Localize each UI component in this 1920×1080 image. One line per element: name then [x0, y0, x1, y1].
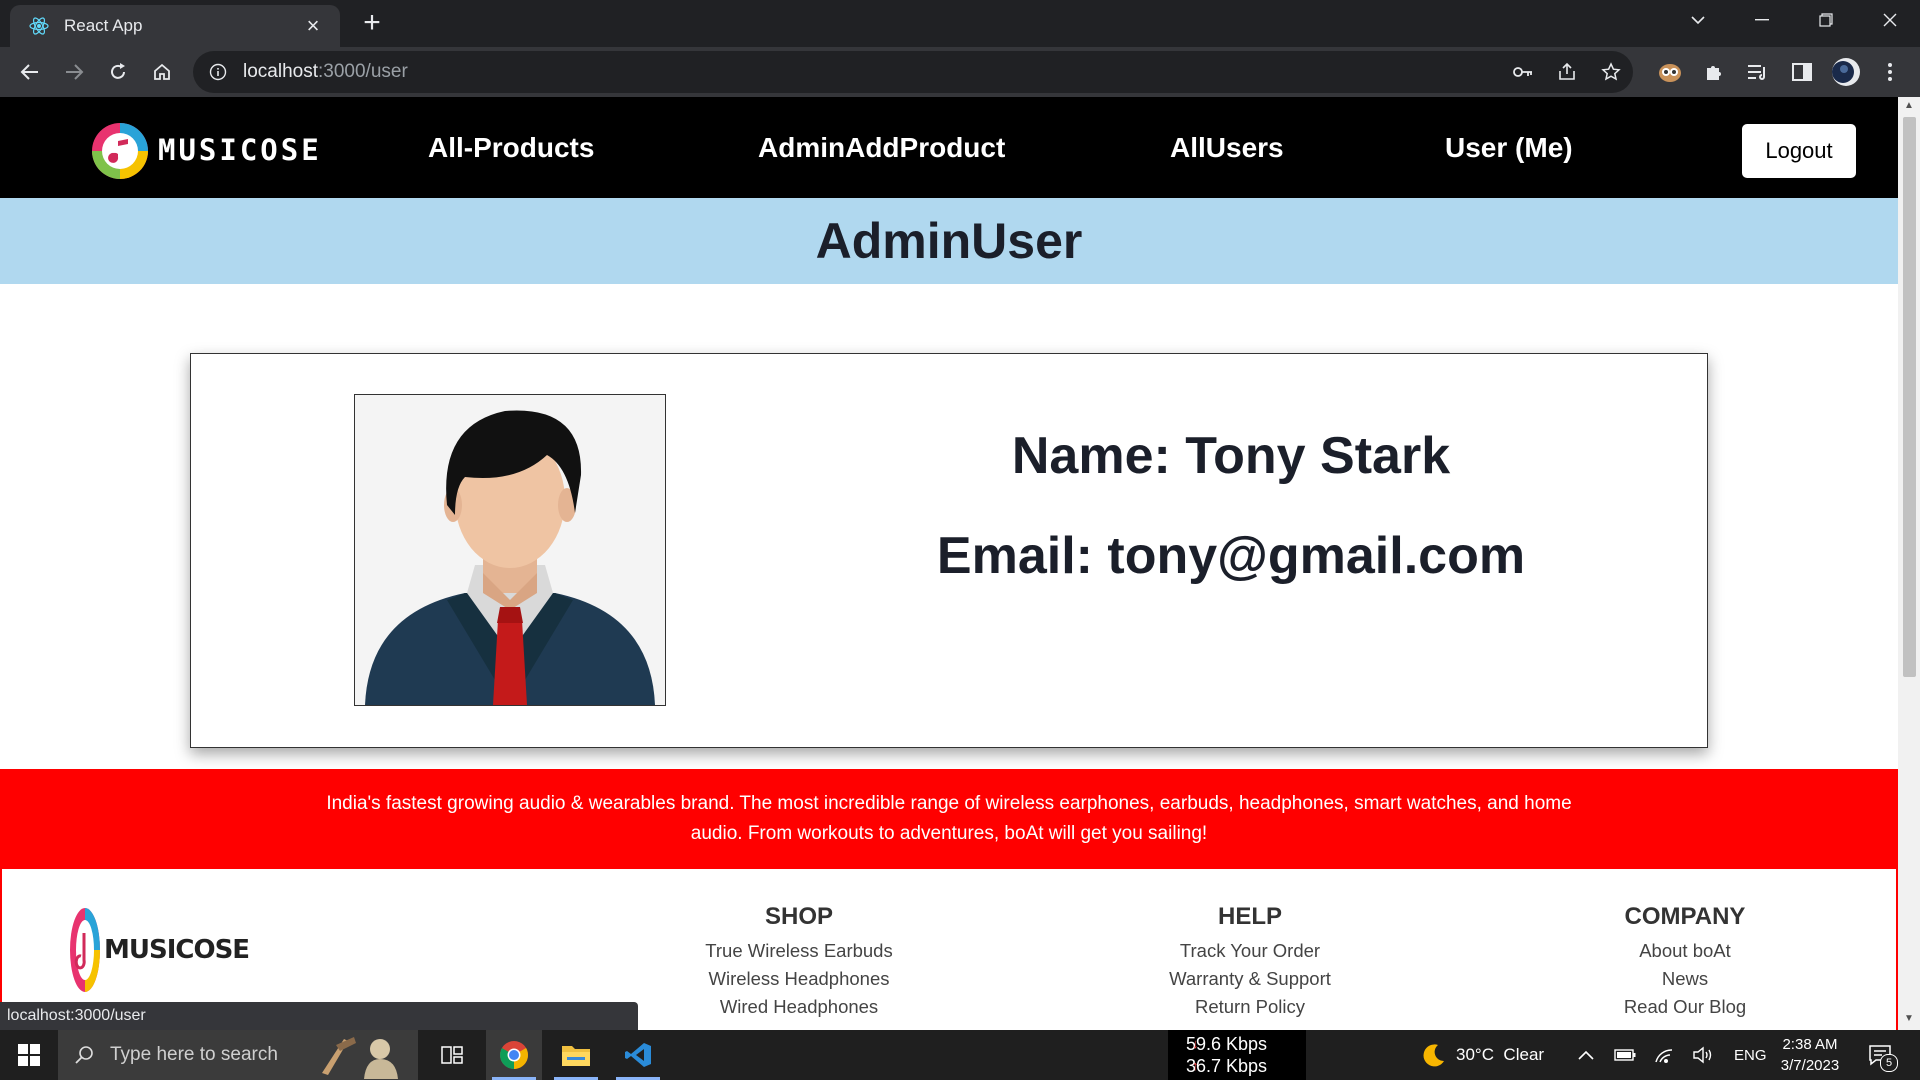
footer-link[interactable]: Return Policy: [1090, 993, 1410, 1021]
tab-title: React App: [64, 16, 143, 35]
clock-date: 3/7/2023: [1780, 1057, 1840, 1074]
browser-tab-bar: React App × +: [0, 0, 1920, 47]
footer-link[interactable]: Wireless Headphones: [639, 965, 959, 993]
address-bar[interactable]: localhost:3000/user: [193, 51, 1633, 93]
extension-owl-icon[interactable]: [1654, 56, 1686, 88]
wifi-icon[interactable]: [1654, 1030, 1674, 1080]
nav-link-user-me[interactable]: User (Me): [1445, 97, 1573, 198]
footer-column-shop: SHOP True Wireless Earbuds Wireless Head…: [639, 903, 959, 1021]
footer-heading-company: COMPANY: [1624, 903, 1746, 930]
battery-icon[interactable]: [1614, 1030, 1636, 1080]
footer-column-help: HELP Track Your Order Warranty & Support…: [1090, 903, 1410, 1021]
notification-count-badge: 5: [1880, 1054, 1898, 1072]
net-upload-speed: 36.7 Kbps: [1186, 1055, 1306, 1077]
chrome-taskbar-icon[interactable]: [486, 1030, 542, 1080]
promo-text: India's fastest growing audio & wearable…: [326, 793, 1572, 844]
scroll-down-arrow-icon[interactable]: ▼: [1903, 1013, 1915, 1024]
footer-logo-wordmark: MUSICOSE: [104, 935, 250, 965]
logo-wordmark: MUSICOSE: [158, 133, 322, 167]
windows-start-icon[interactable]: [0, 1030, 58, 1080]
footer-logo[interactable]: MUSICOSE: [68, 905, 250, 995]
file-explorer-icon[interactable]: [548, 1030, 604, 1080]
logout-button[interactable]: Logout: [1742, 124, 1856, 178]
search-highlight-statue-icon: [314, 1033, 410, 1079]
react-icon: [28, 15, 50, 37]
close-window-icon[interactable]: [1862, 0, 1918, 40]
nav-link-all-users[interactable]: AllUsers: [1170, 97, 1284, 198]
new-tab-plus-icon[interactable]: +: [356, 8, 388, 40]
user-profile-card: Name: Tony Stark Email: tony@gmail.com: [190, 353, 1708, 748]
moon-icon: [1420, 1042, 1446, 1068]
reload-icon[interactable]: [102, 56, 134, 88]
url-text[interactable]: localhost:3000/user: [243, 61, 408, 83]
footer-link[interactable]: Warranty & Support: [1090, 965, 1410, 993]
network-speed-widget: 59.6 Kbps 36.7 Kbps: [1168, 1030, 1306, 1080]
media-queue-icon[interactable]: [1742, 56, 1774, 88]
page-scrollbar[interactable]: ▲ ▼: [1898, 97, 1920, 1030]
taskbar-search-box[interactable]: Type here to search: [58, 1030, 418, 1080]
browser-tab[interactable]: React App ×: [10, 5, 340, 47]
weather-widget[interactable]: 30°C Clear: [1420, 1030, 1544, 1080]
footer-link[interactable]: About boAt: [1525, 937, 1845, 965]
tab-search-chevron-icon[interactable]: [1670, 0, 1726, 40]
footer-heading-shop: SHOP: [764, 903, 833, 930]
site-logo[interactable]: MUSICOSE: [88, 119, 322, 181]
volume-icon[interactable]: [1692, 1030, 1714, 1080]
footer-link[interactable]: Read Our Blog: [1525, 993, 1845, 1021]
bookmark-star-icon[interactable]: [1589, 62, 1633, 82]
nav-link-admin-add-product[interactable]: AdminAddProduct: [758, 97, 1005, 198]
taskbar-clock[interactable]: 2:38 AM 3/7/2023: [1760, 1034, 1860, 1076]
minimize-window-icon[interactable]: [1734, 0, 1790, 40]
profile-avatar[interactable]: [1830, 56, 1862, 88]
businessman-avatar-icon: [355, 395, 665, 705]
key-icon[interactable]: [1501, 66, 1545, 78]
site-navbar: MUSICOSE All-Products AdminAddProduct Al…: [0, 97, 1898, 198]
side-panel-icon[interactable]: [1786, 56, 1818, 88]
task-view-icon[interactable]: [424, 1030, 480, 1080]
user-avatar: [354, 394, 666, 706]
page-title-band: AdminUser: [0, 198, 1898, 284]
nav-link-all-products[interactable]: All-Products: [428, 97, 594, 198]
page-title: AdminUser: [815, 213, 1083, 269]
forward-arrow-icon[interactable]: [58, 56, 90, 88]
net-upload-value: 36.7 Kbps: [1186, 1056, 1268, 1076]
net-download-value: 59.6 Kbps: [1186, 1034, 1268, 1054]
url-path: :3000/user: [318, 61, 408, 82]
page-viewport: MUSICOSE All-Products AdminAddProduct Al…: [0, 97, 1898, 1030]
vscode-icon[interactable]: [610, 1030, 666, 1080]
footer-link[interactable]: News: [1525, 965, 1845, 993]
scrollbar-thumb[interactable]: [1903, 117, 1916, 677]
notification-center-icon[interactable]: 5: [1868, 1030, 1898, 1080]
scroll-up-arrow-icon[interactable]: ▲: [1903, 100, 1915, 111]
restore-window-icon[interactable]: [1798, 0, 1854, 40]
url-host: localhost: [243, 61, 318, 82]
clock-time: 2:38 AM: [1782, 1036, 1838, 1053]
promo-banner: India's fastest growing audio & wearable…: [0, 769, 1898, 869]
footer-logo-mark-icon: [70, 908, 100, 992]
footer-link[interactable]: Track Your Order: [1090, 937, 1410, 965]
search-icon: [74, 1045, 94, 1065]
user-name: Name: Tony Stark: [1011, 427, 1451, 485]
site-info-icon[interactable]: [207, 61, 229, 83]
net-download-speed: 59.6 Kbps: [1186, 1033, 1306, 1055]
footer-link[interactable]: Wired Headphones: [639, 993, 959, 1021]
footer-link[interactable]: True Wireless Earbuds: [639, 937, 959, 965]
footer-column-company: COMPANY About boAt News Read Our Blog: [1525, 903, 1845, 1021]
weather-text: 30°C Clear: [1456, 1045, 1545, 1064]
share-icon[interactable]: [1545, 62, 1589, 82]
search-placeholder: Type here to search: [110, 1044, 278, 1065]
music-note-logo-icon: [92, 123, 148, 179]
link-status-bubble: localhost:3000/user: [0, 1002, 638, 1030]
close-tab-icon[interactable]: ×: [300, 13, 326, 39]
browser-toolbar: localhost:3000/user: [0, 47, 1920, 97]
show-hidden-icons-chevron-icon[interactable]: [1578, 1030, 1594, 1080]
back-arrow-icon[interactable]: [14, 56, 46, 88]
footer-heading-help: HELP: [1217, 903, 1282, 930]
home-icon[interactable]: [146, 56, 178, 88]
extensions-puzzle-icon[interactable]: [1698, 56, 1730, 88]
windows-taskbar: Type here to search 59.6 Kbps 36.7 Kbps …: [0, 1030, 1920, 1080]
kebab-menu-icon[interactable]: [1874, 56, 1906, 88]
user-email: Email: tony@gmail.com: [936, 527, 1526, 585]
